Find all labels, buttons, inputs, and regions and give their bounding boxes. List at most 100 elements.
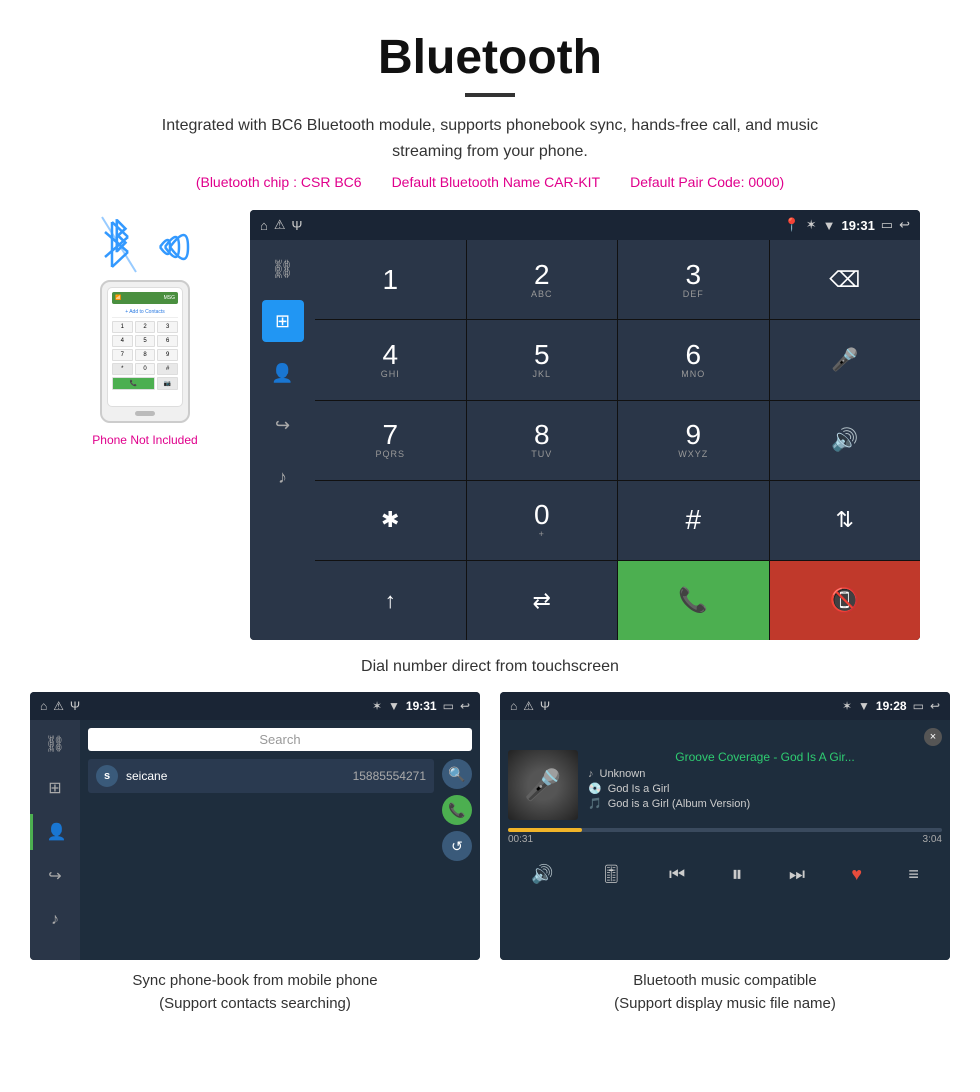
progress-bar-fill [508, 828, 582, 832]
pb-contact-row: s seicane 15885554271 [88, 759, 434, 793]
pb-refresh-button[interactable]: ↺ [442, 831, 472, 861]
dial-key-2[interactable]: 2 ABC [467, 240, 618, 319]
music-track: God is a Girl (Album Version) [608, 798, 750, 810]
dial-pad: 1 2 ABC 3 DEF ⌫ 4 GHI [315, 240, 920, 640]
sidebar-music-icon[interactable]: ♪ [262, 456, 304, 498]
dial-key-8[interactable]: 8 TUV [467, 401, 618, 480]
music-clock: 19:28 [876, 699, 907, 713]
bluetooth-status-icon: ✶ [806, 217, 817, 233]
dial-key-1[interactable]: 1 [315, 240, 466, 319]
phone-home-button [135, 411, 155, 416]
phone-illustration: ᛒ 📶MSG + [60, 210, 230, 447]
pb-music-icon[interactable]: ♪ [37, 902, 73, 938]
dial-screen: ⌂ ⚠ Ψ 📍 ✶ ▼ 19:31 ▭ ↩ ⛓ ⊞ 👤 ↪ ♪ [250, 210, 920, 640]
dial-key-0[interactable]: 0 + [467, 481, 618, 560]
pb-battery-icon: ▭ [443, 699, 454, 713]
dial-key-call[interactable]: 📞 [618, 561, 769, 640]
phone-key-call[interactable]: 📞 [112, 377, 155, 390]
phone-key-5: 5 [135, 335, 156, 347]
dial-key-6[interactable]: 6 MNO [618, 320, 769, 399]
music-usb-icon: Ψ [540, 699, 550, 713]
phone-key-6: 6 [157, 335, 178, 347]
dial-key-backspace[interactable]: ⌫ [770, 240, 921, 319]
page-header: Bluetooth Integrated with BC6 Bluetooth … [0, 0, 980, 200]
music-header: 🎤 Groove Coverage - God Is A Gir... ♪ Un… [508, 750, 942, 820]
pb-body: ⛓ ⊞ 👤 ↪ ♪ Search s seicane [30, 720, 480, 960]
phone-status: 📶MSG [112, 292, 178, 304]
dial-key-volume[interactable]: 🔊 [770, 401, 921, 480]
pb-contacts-icon[interactable]: 👤 [30, 814, 80, 850]
album-icon: 💿 [588, 782, 602, 795]
spec-name: Default Bluetooth Name CAR-KIT [392, 174, 601, 190]
music-album: God Is a Girl [608, 783, 670, 795]
bluetooth-graphic: ᛒ [95, 210, 195, 280]
dial-key-transfer[interactable]: ⇅ [770, 481, 921, 560]
equalizer-button[interactable]: 🎚 [600, 864, 623, 885]
phone-not-included-label: Phone Not Included [92, 433, 197, 447]
sidebar-call-history-icon[interactable]: ↪ [262, 404, 304, 446]
phone-key-2: 2 [135, 321, 156, 333]
pb-contact-info: s seicane [96, 765, 167, 787]
favorite-button[interactable]: ♥ [851, 864, 862, 885]
pb-dialpad-icon[interactable]: ⊞ [37, 770, 73, 806]
usb-icon: Ψ [292, 218, 303, 233]
sidebar-link-icon[interactable]: ⛓ [262, 248, 304, 290]
pb-link-icon[interactable]: ⛓ [37, 726, 73, 762]
music-screenshot: ⌂ ⚠ Ψ ✶ ▼ 19:28 ▭ ↩ × 🎤 [500, 692, 950, 960]
phone-key-camera: 📷 [157, 377, 178, 390]
pb-clock: 19:31 [406, 699, 437, 713]
dial-key-mute[interactable]: 🎤 [770, 320, 921, 399]
progress-bar-bg [508, 828, 942, 832]
phone-key-4: 4 [112, 335, 133, 347]
pb-back-icon[interactable]: ↩ [460, 699, 470, 713]
phonebook-screenshot: ⌂ ⚠ Ψ ✶ ▼ 19:31 ▭ ↩ ⛓ ⊞ 👤 ↪ [30, 692, 480, 960]
dial-key-5[interactable]: 5 JKL [467, 320, 618, 399]
volume-control-button[interactable]: 🔊 [531, 864, 553, 885]
artist-icon: ♪ [588, 768, 594, 780]
dial-caption: Dial number direct from touchscreen [0, 650, 980, 692]
pb-search-field[interactable]: Search [88, 728, 472, 751]
music-track-row: 🎵 God is a Girl (Album Version) [588, 797, 942, 810]
music-title: Groove Coverage - God Is A Gir... [588, 750, 942, 764]
prev-track-button[interactable]: ⏮ [669, 864, 685, 885]
dial-key-9[interactable]: 9 WXYZ [618, 401, 769, 480]
play-pause-button[interactable]: ⏸ [732, 861, 743, 887]
dial-status-bar: ⌂ ⚠ Ψ 📍 ✶ ▼ 19:31 ▭ ↩ [250, 210, 920, 240]
bt-symbol-svg [100, 212, 150, 277]
sidebar-dialpad-icon[interactable]: ⊞ [262, 300, 304, 342]
pb-call-icon[interactable]: ↪ [37, 858, 73, 894]
dial-key-end[interactable]: 📵 [770, 561, 921, 640]
phonebook-caption: Sync phone-book from mobile phone (Suppo… [30, 970, 480, 1015]
page-description: Integrated with BC6 Bluetooth module, su… [140, 113, 840, 164]
next-track-button[interactable]: ⏭ [789, 864, 805, 885]
status-right-icons: 📍 ✶ ▼ 19:31 ▭ ↩ [784, 217, 910, 233]
back-icon[interactable]: ↩ [899, 217, 910, 233]
dial-body: ⛓ ⊞ 👤 ↪ ♪ 1 2 ABC 3 DEF [250, 240, 920, 640]
music-close-area: × [508, 728, 942, 746]
dial-clock: 19:31 [842, 218, 875, 233]
music-back-icon[interactable]: ↩ [930, 699, 940, 713]
bottom-screenshots: ⌂ ⚠ Ψ ✶ ▼ 19:31 ▭ ↩ ⛓ ⊞ 👤 ↪ [0, 692, 980, 1035]
music-wifi-icon: ▼ [858, 699, 870, 713]
dial-key-swap[interactable]: ⇄ [467, 561, 618, 640]
pb-search-button[interactable]: 🔍 [442, 759, 472, 789]
dial-key-merge[interactable]: ↑ [315, 561, 466, 640]
phone-key-8: 8 [135, 349, 156, 361]
sidebar-contacts-icon[interactable]: 👤 [262, 352, 304, 394]
music-close-button[interactable]: × [924, 728, 942, 746]
music-controls: 🔊 🎚 ⏮ ⏸ ⏭ ♥ ≡ [508, 853, 942, 895]
playlist-button[interactable]: ≡ [908, 864, 919, 885]
status-left-icons: ⌂ ⚠ Ψ [260, 217, 302, 233]
phone-device: 📶MSG + Add to Contacts 1 2 3 4 5 6 7 8 9… [100, 280, 190, 423]
dial-key-4[interactable]: 4 GHI [315, 320, 466, 399]
signal-waves-svg [155, 215, 195, 280]
music-col: ⌂ ⚠ Ψ ✶ ▼ 19:28 ▭ ↩ × 🎤 [500, 692, 950, 1015]
dial-key-star[interactable]: ✱ [315, 481, 466, 560]
dial-key-3[interactable]: 3 DEF [618, 240, 769, 319]
spec-list: (Bluetooth chip : CSR BC6 Default Blueto… [20, 174, 960, 190]
phone-screen: 📶MSG + Add to Contacts 1 2 3 4 5 6 7 8 9… [107, 287, 183, 407]
pb-call-button[interactable]: 📞 [442, 795, 472, 825]
dial-key-hash[interactable]: # [618, 481, 769, 560]
dial-key-7[interactable]: 7 PQRS [315, 401, 466, 480]
phonebook-col: ⌂ ⚠ Ψ ✶ ▼ 19:31 ▭ ↩ ⛓ ⊞ 👤 ↪ [30, 692, 480, 1015]
